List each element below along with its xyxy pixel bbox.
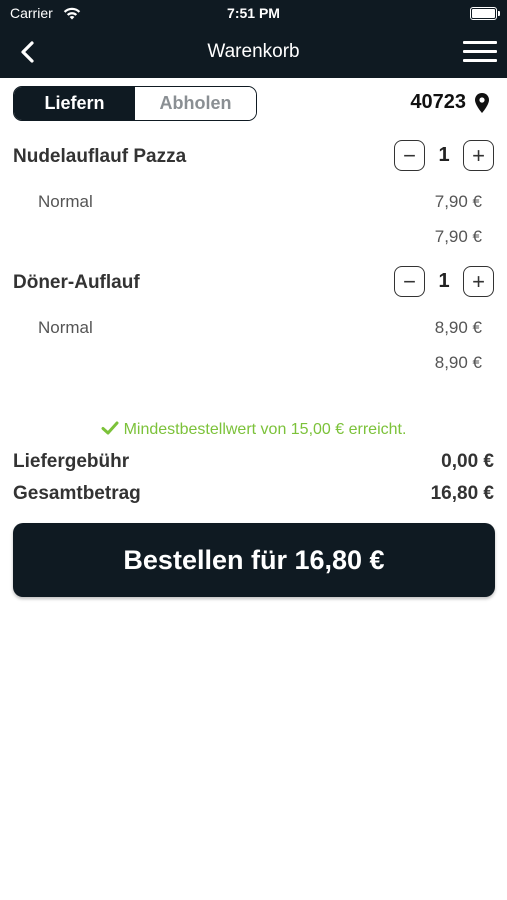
battery-icon: [470, 7, 500, 20]
item-variant: Normal: [38, 318, 93, 337]
item-variant-price: 7,90 €: [434, 192, 482, 211]
delivery-fee-label: Liefergebühr: [13, 451, 130, 472]
total-label: Gesamtbetrag: [13, 483, 141, 504]
total-row: Gesamtbetrag 16,80 €: [13, 483, 494, 505]
location-zip[interactable]: 40723: [410, 91, 490, 114]
total-value: 16,80 €: [430, 483, 494, 504]
delivery-mode-toggle: Liefern Abholen: [13, 86, 257, 121]
checkmark-icon: [101, 421, 119, 435]
tab-pickup[interactable]: Abholen: [135, 87, 256, 120]
item-subtotal: 8,90 €: [434, 353, 482, 372]
hamburger-menu-icon[interactable]: [463, 39, 497, 65]
place-order-button[interactable]: Bestellen für 16,80 €: [13, 523, 495, 597]
min-order-message: Mindestbestellwert von 15,00 € erreicht.: [123, 421, 407, 438]
plus-icon: +: [472, 268, 485, 294]
item-variant: Normal: [38, 192, 93, 211]
min-order-notice: Mindestbestellwert von 15,00 € erreicht.: [0, 421, 507, 439]
quantity-stepper: − 1 +: [394, 140, 494, 171]
increase-quantity-button[interactable]: +: [463, 266, 494, 297]
quantity-stepper: − 1 +: [394, 266, 494, 297]
zip-code: 40723: [410, 91, 466, 113]
minus-icon: −: [403, 268, 416, 294]
minus-icon: −: [403, 142, 416, 168]
item-quantity: 1: [438, 144, 450, 166]
item-name: Döner-Auflauf: [13, 272, 140, 293]
location-pin-icon: [475, 92, 489, 113]
delivery-fee-value: 0,00 €: [441, 451, 494, 472]
increase-quantity-button[interactable]: +: [463, 140, 494, 171]
item-variant-price: 8,90 €: [434, 318, 482, 337]
item-name: Nudelauflauf Pazza: [13, 146, 187, 167]
item-quantity: 1: [438, 270, 450, 292]
plus-icon: +: [472, 142, 485, 168]
decrease-quantity-button[interactable]: −: [394, 266, 425, 297]
status-bar: Carrier 7:51 PM: [0, 0, 507, 26]
page-title: Warenkorb: [207, 41, 300, 62]
nav-bar: Warenkorb: [0, 26, 507, 78]
item-subtotal: 7,90 €: [434, 227, 482, 246]
delivery-fee-row: Liefergebühr 0,00 €: [13, 451, 494, 473]
tab-deliver[interactable]: Liefern: [14, 87, 135, 120]
clock: 7:51 PM: [227, 5, 280, 21]
decrease-quantity-button[interactable]: −: [394, 140, 425, 171]
